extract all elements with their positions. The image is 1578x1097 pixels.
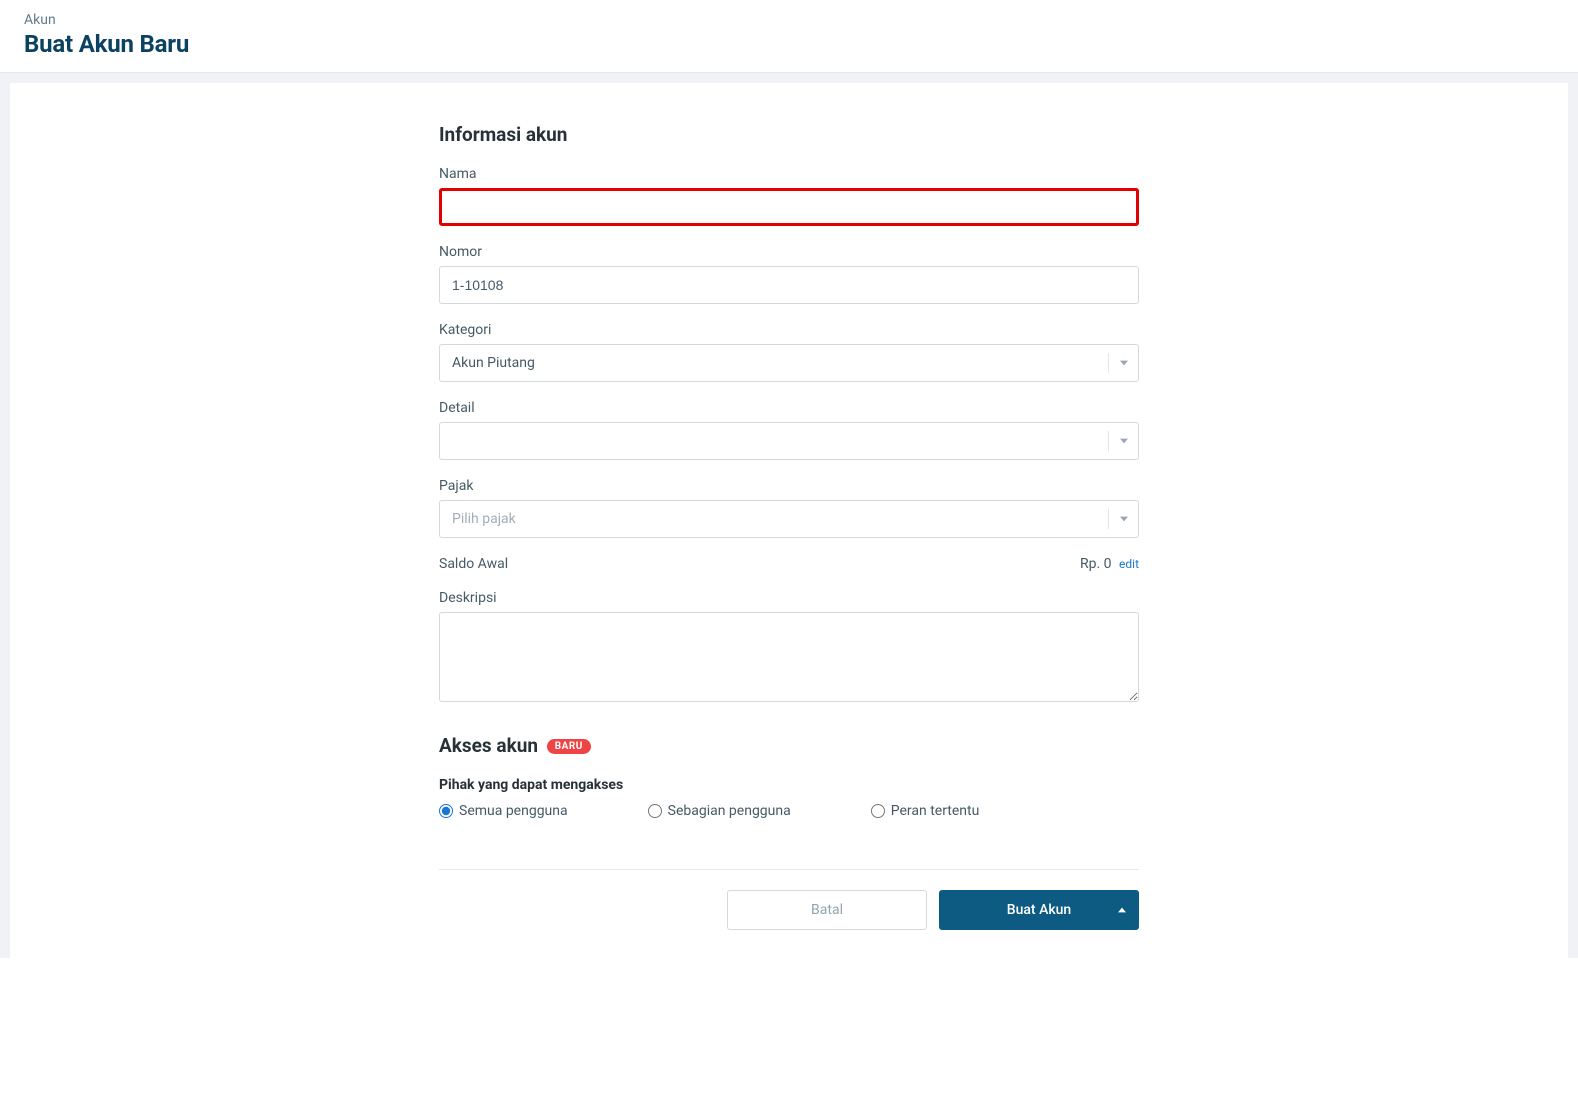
chevron-down-icon [1108, 431, 1138, 451]
saldo-awal-value-wrap: Rp. 0 edit [1080, 556, 1139, 572]
radio-all-users-label: Semua pengguna [459, 803, 568, 819]
action-row: Batal Buat Akun [439, 890, 1139, 930]
section-title-info: Informasi akun [439, 123, 1139, 146]
form-content: Informasi akun Nama Nomor Kategori Akun … [439, 123, 1139, 930]
radio-all-users[interactable]: Semua pengguna [439, 803, 568, 819]
cancel-button[interactable]: Batal [727, 890, 927, 930]
label-nama: Nama [439, 166, 1139, 182]
page-header: Akun Buat Akun Baru [0, 0, 1578, 73]
page-title: Buat Akun Baru [24, 30, 1554, 58]
deskripsi-textarea[interactable] [439, 612, 1139, 702]
radio-all-users-input[interactable] [439, 804, 453, 818]
label-detail: Detail [439, 400, 1139, 416]
detail-select[interactable] [439, 422, 1139, 460]
access-radio-group: Semua pengguna Sebagian pengguna Peran t… [439, 803, 1139, 819]
nama-input[interactable] [439, 188, 1139, 226]
field-group-saldo-awal: Saldo Awal Rp. 0 edit [439, 556, 1139, 572]
section-title-access: Akses akun BARU [439, 734, 1139, 757]
label-saldo-awal: Saldo Awal [439, 556, 508, 572]
saldo-awal-edit-link[interactable]: edit [1119, 557, 1139, 571]
chevron-down-icon [1108, 509, 1138, 529]
label-pajak: Pajak [439, 478, 1139, 494]
radio-some-users-label: Sebagian pengguna [668, 803, 791, 819]
field-group-nomor: Nomor [439, 244, 1139, 304]
field-group-nama: Nama [439, 166, 1139, 226]
chevron-down-icon [1108, 353, 1138, 373]
access-subtitle: Pihak yang dapat mengakses [439, 777, 1139, 793]
pajak-placeholder: Pilih pajak [452, 511, 1108, 527]
radio-certain-roles-input[interactable] [871, 804, 885, 818]
field-group-deskripsi: Deskripsi [439, 590, 1139, 706]
cancel-button-label: Batal [811, 902, 843, 918]
chevron-up-icon [1118, 907, 1126, 913]
field-group-detail: Detail [439, 400, 1139, 460]
form-panel: Informasi akun Nama Nomor Kategori Akun … [10, 83, 1568, 958]
label-kategori: Kategori [439, 322, 1139, 338]
radio-some-users-input[interactable] [648, 804, 662, 818]
saldo-awal-value: Rp. 0 [1080, 556, 1112, 572]
kategori-select[interactable]: Akun Piutang [439, 344, 1139, 382]
create-account-button[interactable]: Buat Akun [939, 890, 1139, 930]
nomor-input[interactable] [439, 266, 1139, 304]
pajak-select[interactable]: Pilih pajak [439, 500, 1139, 538]
section-access: Akses akun BARU Pihak yang dapat mengaks… [439, 734, 1139, 930]
divider [439, 869, 1139, 870]
kategori-selected-value: Akun Piutang [452, 355, 1108, 371]
radio-certain-roles[interactable]: Peran tertentu [871, 803, 980, 819]
field-group-pajak: Pajak Pilih pajak [439, 478, 1139, 538]
label-nomor: Nomor [439, 244, 1139, 260]
radio-certain-roles-label: Peran tertentu [891, 803, 980, 819]
badge-new: BARU [547, 739, 591, 754]
breadcrumb: Akun [24, 12, 1554, 28]
section-title-access-text: Akses akun [439, 734, 538, 757]
field-group-kategori: Kategori Akun Piutang [439, 322, 1139, 382]
label-deskripsi: Deskripsi [439, 590, 1139, 606]
radio-some-users[interactable]: Sebagian pengguna [648, 803, 791, 819]
page-body: Informasi akun Nama Nomor Kategori Akun … [0, 73, 1578, 958]
create-account-button-label: Buat Akun [1007, 902, 1071, 918]
